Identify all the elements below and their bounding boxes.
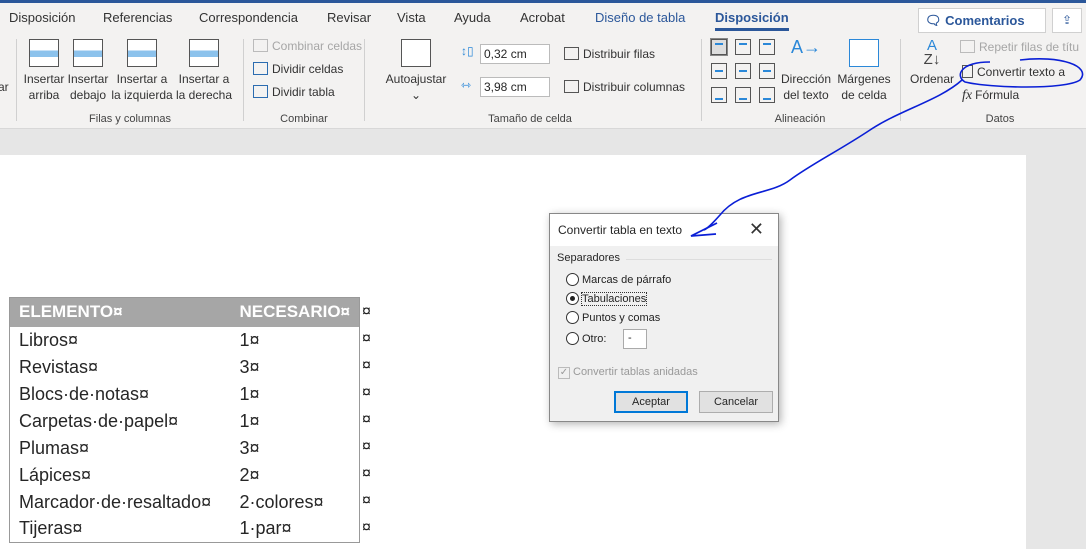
annotation-arrow-line xyxy=(703,79,963,231)
annotation-circle xyxy=(959,58,1084,88)
hand-drawn-annotation xyxy=(690,58,1084,237)
annotation-arrowhead xyxy=(690,222,718,237)
